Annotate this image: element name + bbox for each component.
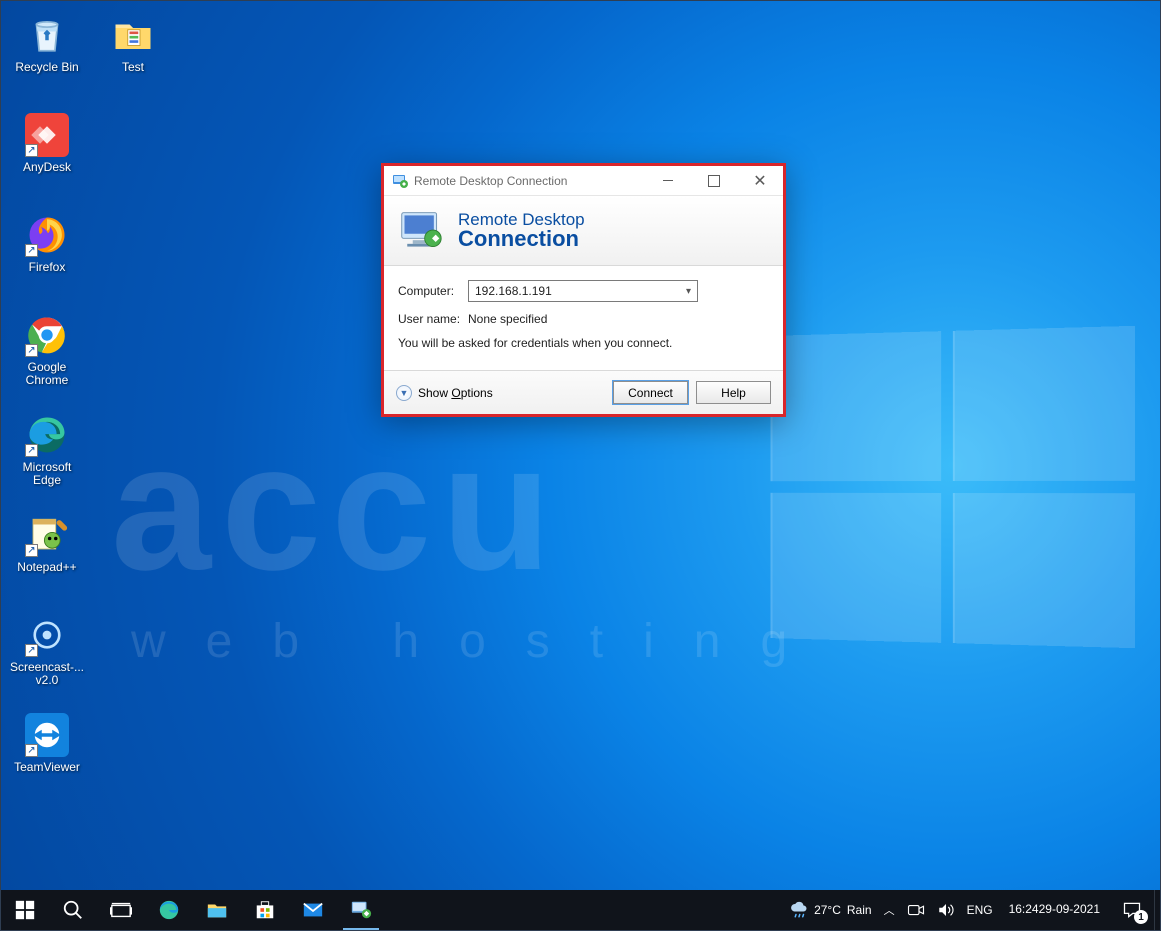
weather-rain-icon [790,901,808,919]
desktop-icon-label: TeamViewer [7,761,87,774]
weather-condition: Rain [847,903,872,917]
desktop-icon-teamviewer[interactable]: ↗ TeamViewer [7,713,87,791]
window-close-button[interactable]: ✕ [737,166,783,196]
edge-icon: ↗ [25,413,69,457]
tray-date: 29-09-2021 [1039,903,1100,917]
username-value: None specified [468,312,547,326]
tray-meet-now[interactable] [901,890,931,930]
shortcut-overlay-icon: ↗ [25,544,38,557]
anydesk-icon: ↗ [25,113,69,157]
rdc-banner: Remote Desktop Connection [384,196,783,266]
desktop-icon-label: Notepad++ [7,561,87,574]
remote-desktop-window: Remote Desktop Connection ✕ Remote Deskt… [384,166,783,414]
desktop-icon-screencast[interactable]: ↗ Screencast-... v2.0 [7,613,87,691]
notification-badge: 1 [1134,910,1148,924]
chevron-down-icon: ▼ [396,385,412,401]
shortcut-overlay-icon: ↗ [25,144,38,157]
desktop-icon-recycle-bin[interactable]: Recycle Bin [7,13,87,91]
shortcut-overlay-icon: ↗ [25,744,38,757]
start-button[interactable] [1,890,49,930]
chevron-up-icon: ︿ [884,902,895,918]
mail-icon [302,899,324,921]
username-label: User name: [398,312,468,326]
task-view-button[interactable] [97,890,145,930]
taskbar-app-microsoft-store[interactable] [241,890,289,930]
computer-value: 192.168.1.191 [475,284,552,298]
store-icon [254,899,276,921]
meet-now-icon [907,901,925,919]
tray-clock[interactable]: 16:24 29-09-2021 [999,890,1110,930]
tray-overflow-button[interactable]: ︿ [878,890,901,930]
tray-time: 16:24 [1009,903,1039,917]
weather-widget[interactable]: 27°C Rain [784,890,878,930]
search-button[interactable] [49,890,97,930]
show-desktop-button[interactable] [1154,890,1160,930]
teamviewer-icon: ↗ [25,713,69,757]
desktop-icon-google-chrome[interactable]: ↗ Google Chrome [7,313,87,391]
computer-label: Computer: [398,284,468,298]
shortcut-overlay-icon: ↗ [25,644,38,657]
windows-logo-icon [14,899,36,921]
window-maximize-button[interactable] [691,166,737,196]
shortcut-overlay-icon: ↗ [25,244,38,257]
desktop: Recycle Bin ↗ AnyDesk ↗ Firefox ↗ Google… [1,1,1160,930]
recycle-bin-icon [25,13,69,57]
file-explorer-icon [206,899,228,921]
connect-button[interactable]: Connect [613,381,688,404]
screencast-icon: ↗ [25,613,69,657]
desktop-icon-label: Screencast-... v2.0 [7,661,87,686]
shortcut-overlay-icon: ↗ [25,344,38,357]
firefox-icon: ↗ [25,213,69,257]
desktop-icon-label: AnyDesk [7,161,87,174]
desktop-icon-test-folder[interactable]: Test [93,13,173,91]
tray-volume[interactable] [931,890,961,930]
desktop-icon-firefox[interactable]: ↗ Firefox [7,213,87,291]
desktop-icon-label: Firefox [7,261,87,274]
action-center-button[interactable]: 1 [1110,890,1154,930]
credentials-hint: You will be asked for credentials when y… [398,336,769,350]
desktop-icon-label: Test [93,61,173,74]
search-icon [62,899,84,921]
desktop-icon-label: Microsoft Edge [7,461,87,486]
rdc-app-icon [392,173,408,189]
window-titlebar[interactable]: Remote Desktop Connection ✕ [384,166,783,196]
desktop-icon-microsoft-edge[interactable]: ↗ Microsoft Edge [7,413,87,491]
desktop-icon-notepad-plus-plus[interactable]: ↗ Notepad++ [7,513,87,591]
desktop-icon-label: Recycle Bin [7,61,87,74]
taskbar-app-edge[interactable] [145,890,193,930]
help-button[interactable]: Help [696,381,771,404]
weather-temp: 27°C [814,903,841,917]
taskbar: 27°C Rain ︿ ENG 16:24 29-09-2021 1 [1,890,1160,930]
rdc-icon [350,899,372,921]
taskbar-app-mail[interactable] [289,890,337,930]
window-title: Remote Desktop Connection [414,174,645,188]
notepad-plus-plus-icon: ↗ [25,513,69,557]
show-options-label: Show Options [418,386,493,400]
chrome-icon: ↗ [25,313,69,357]
chevron-down-icon: ▾ [686,286,691,297]
folder-icon [111,13,155,57]
tray-language[interactable]: ENG [961,890,999,930]
desktop-icon-anydesk[interactable]: ↗ AnyDesk [7,113,87,191]
taskbar-app-rdc[interactable] [337,890,385,930]
taskbar-app-file-explorer[interactable] [193,890,241,930]
system-tray: 27°C Rain ︿ ENG 16:24 29-09-2021 1 [784,890,1160,930]
shortcut-overlay-icon: ↗ [25,444,38,457]
rdc-highlight-annotation: Remote Desktop Connection ✕ Remote Deskt… [381,163,786,417]
edge-icon [158,899,180,921]
desktop-icon-label: Google Chrome [7,361,87,386]
volume-icon [937,901,955,919]
rdc-banner-line2: Connection [458,228,585,250]
monitor-icon [398,209,444,253]
computer-combobox[interactable]: 192.168.1.191 ▾ [468,280,698,302]
window-minimize-button[interactable] [645,166,691,196]
show-options-toggle[interactable]: ▼ Show Options [396,385,605,401]
task-view-icon [110,899,132,921]
